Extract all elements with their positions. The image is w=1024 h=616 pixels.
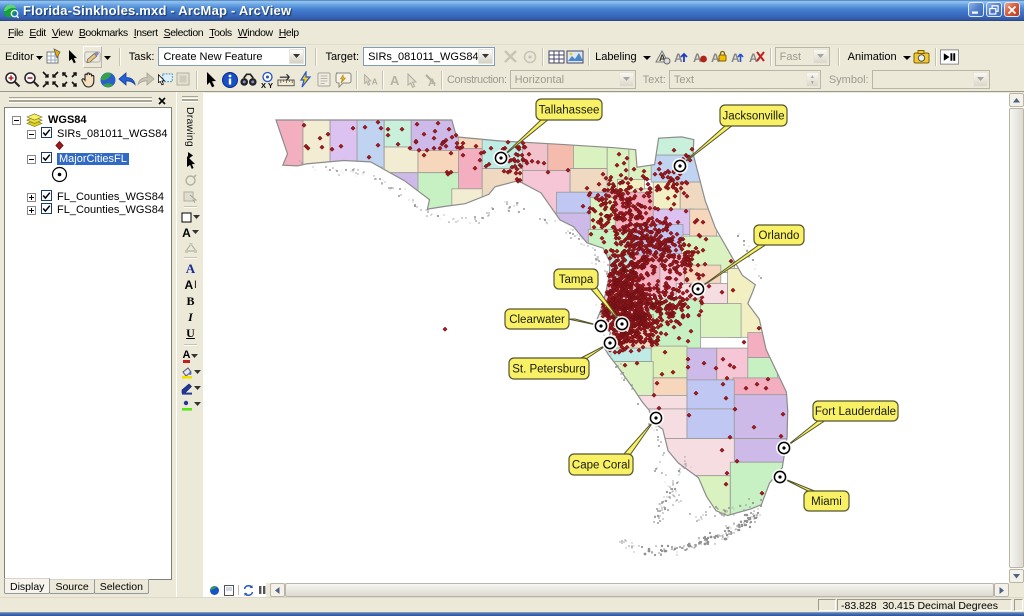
svg-text:X: X <box>261 81 266 89</box>
svg-text:St. Petersburg: St. Petersburg <box>512 364 586 376</box>
svg-text:A: A <box>674 51 683 65</box>
svg-text:Y: Y <box>268 81 273 89</box>
svg-text:Tampa: Tampa <box>559 274 594 286</box>
svg-text:Clearwater: Clearwater <box>509 314 565 326</box>
svg-text:A: A <box>372 77 378 86</box>
svg-text:A: A <box>428 77 436 88</box>
svg-text:Orlando: Orlando <box>759 230 800 242</box>
svg-text:Jacksonville: Jacksonville <box>723 111 785 123</box>
svg-text:Fort Lauderdale: Fort Lauderdale <box>815 406 896 418</box>
svg-text:A: A <box>731 51 740 65</box>
svg-text:Miami: Miami <box>811 496 842 508</box>
svg-text:Cape Coral: Cape Coral <box>572 460 630 472</box>
svg-text:Tallahassee: Tallahassee <box>539 105 600 117</box>
svg-text:A: A <box>390 73 400 88</box>
